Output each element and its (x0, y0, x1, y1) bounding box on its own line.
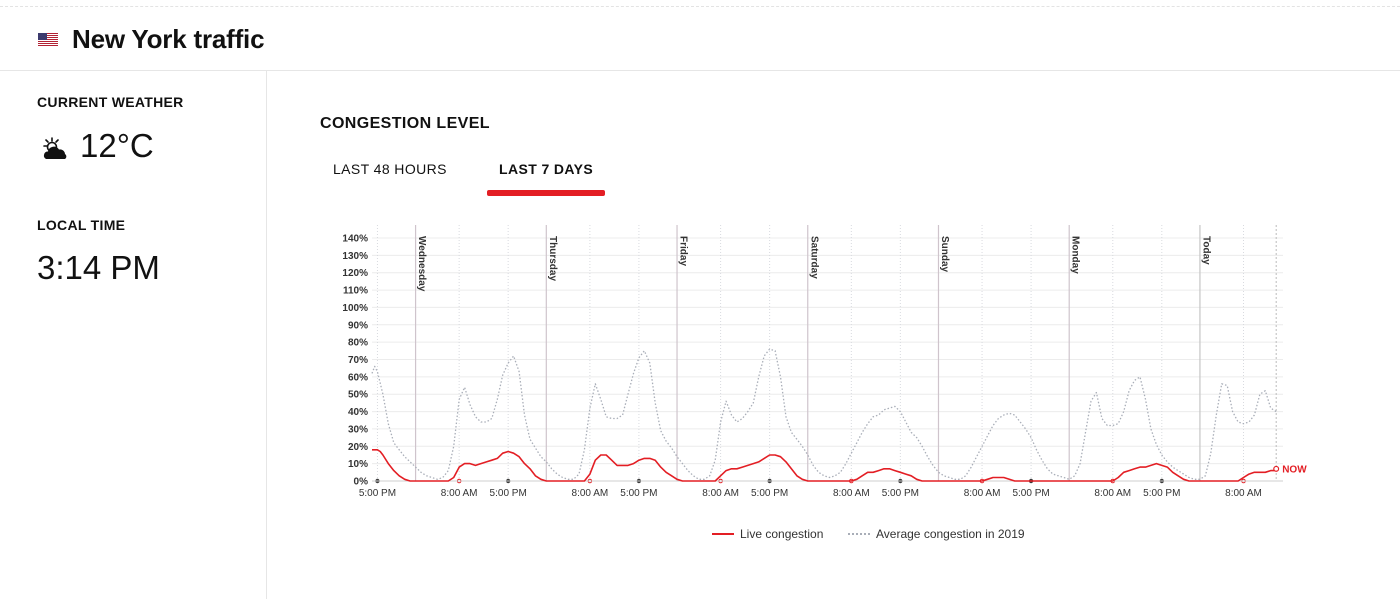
average-congestion-line (371, 348, 1277, 480)
partly-cloudy-icon (43, 137, 67, 159)
live-congestion-line (372, 449, 1277, 482)
day-label: Thursday (547, 236, 558, 281)
y-tick-label: 40% (348, 407, 368, 418)
tab-last-48-hours[interactable]: LAST 48 HOURS (333, 161, 447, 177)
x-tick-label: 8:00 AM (441, 488, 478, 499)
day-label: Monday (1070, 236, 1081, 274)
weather-label: CURRENT WEATHER (37, 94, 184, 110)
y-tick-label: 140% (342, 234, 368, 245)
y-tick-label: 70% (348, 355, 368, 366)
page-title: New York traffic (72, 24, 265, 54)
y-tick-label: 30% (348, 424, 368, 435)
x-tick-label: 8:00 AM (1225, 488, 1262, 499)
local-time-label: LOCAL TIME (37, 217, 126, 233)
tab-last-7-days[interactable]: LAST 7 DAYS (499, 161, 593, 177)
x-tick-label: 8:00 AM (964, 488, 1001, 499)
x-tick-label: 8:00 AM (833, 488, 870, 499)
x-tick-label: 5:00 PM (751, 488, 788, 499)
day-label: Wednesday (416, 236, 427, 292)
now-label: NOW (1282, 464, 1307, 475)
y-tick-label: 130% (342, 251, 368, 262)
x-tick-label: 5:00 PM (359, 488, 396, 499)
local-time-value: 3:14 PM (37, 249, 160, 286)
x-tick-label: 8:00 AM (702, 488, 739, 499)
y-tick-label: 0% (354, 477, 369, 488)
y-tick-label: 100% (342, 303, 368, 314)
day-label: Saturday (808, 236, 819, 279)
day-label: Today (1200, 236, 1211, 265)
active-tab-indicator (487, 190, 605, 196)
x-tick-label: 5:00 PM (620, 488, 657, 499)
congestion-chart: 0% 10% 20% 30% 40% 50% 60% 70% 80% 90% 100% 110% 120… (342, 225, 1307, 499)
y-tick-label: 60% (348, 372, 368, 383)
now-marker (1273, 465, 1280, 472)
y-tick-label: 10% (348, 459, 368, 470)
y-tick-label: 20% (348, 442, 368, 453)
x-tick-label: 5:00 PM (1143, 488, 1180, 499)
legend-average[interactable]: Average congestion in 2019 (848, 527, 1025, 541)
congestion-section-title: CONGESTION LEVEL (320, 115, 490, 132)
y-tick-label: 80% (348, 338, 368, 349)
x-tick-label: 8:00 AM (572, 488, 609, 499)
x-tick-label: 5:00 PM (882, 488, 919, 499)
x-tick-label: 5:00 PM (490, 488, 527, 499)
day-label: Sunday (939, 236, 950, 273)
day-label: Friday (678, 236, 689, 266)
y-tick-label: 90% (348, 320, 368, 331)
page-header: New York traffic (0, 8, 1400, 71)
y-tick-label: 120% (342, 268, 368, 279)
y-tick-label: 50% (348, 390, 368, 401)
legend-live[interactable]: Live congestion (712, 527, 823, 541)
temperature-value: 12°C (80, 127, 154, 164)
us-flag-icon (38, 33, 58, 46)
x-tick-label: 8:00 AM (1094, 488, 1131, 499)
x-tick-label: 5:00 PM (1012, 488, 1049, 499)
legend-live-label: Live congestion (740, 527, 824, 541)
legend-average-label: Average congestion in 2019 (876, 527, 1025, 541)
legend-average-swatch (848, 533, 870, 535)
legend-live-swatch (712, 533, 734, 535)
top-divider (0, 6, 1400, 7)
y-tick-label: 110% (343, 286, 368, 297)
